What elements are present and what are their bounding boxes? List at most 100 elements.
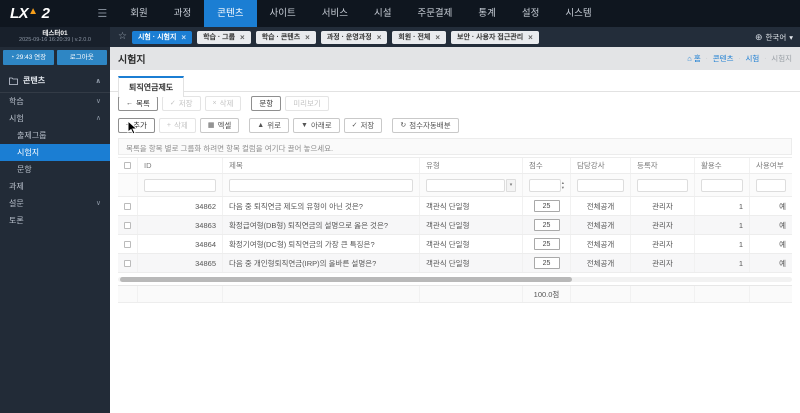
move-up-button[interactable]: ▲ 위로 bbox=[249, 117, 289, 133]
row-checkbox[interactable] bbox=[124, 202, 131, 210]
extend-session-button[interactable]: ◔ 29:43 연장 bbox=[3, 50, 54, 65]
row-checkbox[interactable] bbox=[124, 259, 131, 267]
column-header-title[interactable]: 제목 bbox=[223, 158, 420, 173]
cell-title: 다음 중 퇴직연금 제도의 유형이 아닌 것은? bbox=[223, 197, 420, 215]
score-input[interactable] bbox=[533, 200, 560, 212]
tab-label: 시험 · 시험지 bbox=[137, 34, 177, 41]
score-input[interactable] bbox=[533, 257, 560, 269]
username: 테스터01 bbox=[42, 30, 68, 37]
row-checkbox[interactable] bbox=[124, 240, 131, 248]
sidebar-item-questions[interactable]: 문항 bbox=[0, 161, 110, 178]
delete-button[interactable]: × 삭제 bbox=[204, 95, 242, 111]
auto-score-button[interactable]: ↻ 점수자동배분 bbox=[392, 117, 459, 133]
table-row[interactable]: 34865 다음 중 개인형퇴직연금(IRP)의 올바른 설명은? 객관식 단일… bbox=[118, 254, 792, 273]
column-header-used[interactable]: 사용여부 bbox=[750, 158, 792, 173]
item-label: 문항 bbox=[17, 165, 32, 174]
nav-item-contents[interactable]: 콘텐츠 bbox=[204, 0, 257, 27]
column-header-instructor[interactable]: 담당강사 bbox=[571, 158, 631, 173]
nav-item-orders[interactable]: 주문결제 bbox=[404, 0, 465, 27]
save-button[interactable]: ✓ 저장 bbox=[161, 95, 201, 111]
nav-item-site[interactable]: 사이트 bbox=[257, 0, 309, 27]
tab-operating-courses[interactable]: 과정 · 운영과정 × bbox=[320, 30, 388, 44]
filter-instructor-input[interactable] bbox=[577, 178, 624, 192]
filter-usage-input[interactable] bbox=[701, 178, 743, 192]
move-down-button[interactable]: ▼ 아래로 bbox=[293, 117, 340, 133]
tab-label: 보안 · 사용자 접근관리 bbox=[457, 34, 524, 41]
open-tabs: 시험 · 시험지 × 학습 · 그룹 × 학습 · 콘텐츠 × 과정 · 운영과정 × … bbox=[131, 30, 755, 44]
breadcrumb-home[interactable]: ⌂ 홈 bbox=[687, 53, 701, 64]
preview-button[interactable]: 미리보기 bbox=[285, 95, 329, 111]
filter-id-input[interactable] bbox=[144, 178, 216, 192]
folder-icon bbox=[9, 77, 18, 85]
column-header-registrant[interactable]: 등록자 bbox=[631, 158, 695, 173]
sidebar-section-contents[interactable]: 콘텐츠 ∧ bbox=[0, 69, 110, 93]
close-icon[interactable]: × bbox=[181, 33, 186, 42]
table-row[interactable]: 34863 확정급여형(DB형) 퇴직연금의 설명으로 옳은 것은? 객관식 단… bbox=[118, 216, 792, 235]
close-icon[interactable]: × bbox=[240, 33, 245, 42]
breadcrumb-exam[interactable]: 시험 bbox=[745, 53, 759, 64]
document-tab-pension[interactable]: 퇴직연금제도 bbox=[118, 76, 185, 97]
filter-used-input[interactable] bbox=[756, 178, 786, 192]
item-label: 학습 bbox=[9, 97, 24, 106]
sidebar-item-surveys[interactable]: 설문 ∨ bbox=[0, 195, 110, 212]
sidebar-item-exam[interactable]: 시험 ∧ bbox=[0, 110, 110, 127]
sidebar-item-question-groups[interactable]: 출제그룹 bbox=[0, 127, 110, 144]
clock-icon: ◔ bbox=[10, 54, 15, 61]
favorite-star-icon[interactable]: ☆ bbox=[118, 27, 127, 47]
nav-item-members[interactable]: 회원 bbox=[117, 0, 160, 27]
table-row[interactable]: 34864 확정기여형(DC형) 퇴직연금의 가장 큰 특징은? 객관식 단일형… bbox=[118, 235, 792, 254]
sidebar-item-discussions[interactable]: 토론 bbox=[0, 212, 110, 229]
select-all-checkbox[interactable] bbox=[124, 162, 131, 169]
spin-down-icon[interactable]: ▾ bbox=[562, 185, 564, 190]
scrollbar-thumb[interactable] bbox=[120, 277, 572, 282]
column-header-usage[interactable]: 활용수 bbox=[695, 158, 750, 173]
filter-score-input[interactable] bbox=[529, 178, 561, 192]
questions-button[interactable]: 문항 bbox=[251, 95, 282, 111]
close-icon[interactable]: × bbox=[528, 33, 533, 42]
tab-members-all[interactable]: 회원 · 전체 × bbox=[392, 30, 447, 44]
tab-learning-contents[interactable]: 학습 · 콘텐츠 × bbox=[255, 30, 316, 44]
score-input[interactable] bbox=[533, 219, 560, 231]
nav-item-services[interactable]: 서비스 bbox=[309, 0, 361, 27]
close-icon[interactable]: × bbox=[377, 33, 382, 42]
close-icon[interactable]: × bbox=[435, 33, 440, 42]
filter-type-input[interactable] bbox=[426, 178, 505, 192]
type-dropdown-icon[interactable]: ▾ bbox=[506, 178, 516, 192]
group-by-drop-zone[interactable]: 목록을 항목 별로 그룹화 하려면 항목 컬럼을 여기다 끌어 놓으세요. bbox=[118, 138, 792, 155]
language-selector[interactable]: ⊕ 한국어 ▾ bbox=[755, 32, 793, 43]
item-label: 토론 bbox=[9, 216, 24, 225]
delete-rows-button[interactable]: + 삭제 bbox=[158, 117, 196, 133]
sidebar-item-learning[interactable]: 학습 ∨ bbox=[0, 93, 110, 110]
excel-export-button[interactable]: ▦ 엑셀 bbox=[199, 117, 240, 133]
cell-registrant: 관리자 bbox=[631, 235, 695, 253]
sidebar-item-exam-papers[interactable]: 시험지 bbox=[0, 144, 110, 161]
tab-exam-papers[interactable]: 시험 · 시험지 × bbox=[131, 30, 193, 44]
nav-item-facilities[interactable]: 시설 bbox=[361, 0, 404, 27]
column-header-score[interactable]: 점수 bbox=[523, 158, 571, 173]
nav-item-system[interactable]: 시스템 bbox=[552, 0, 604, 27]
save-order-button[interactable]: ✓ 저장 bbox=[343, 117, 383, 133]
close-icon[interactable]: × bbox=[305, 33, 310, 42]
nav-item-settings[interactable]: 설정 bbox=[509, 0, 552, 27]
tab-security-access[interactable]: 보안 · 사용자 접근관리 × bbox=[451, 30, 539, 44]
column-header-type[interactable]: 유형 bbox=[420, 158, 523, 173]
breadcrumb-separator: · bbox=[705, 55, 708, 62]
horizontal-scrollbar[interactable] bbox=[118, 277, 792, 282]
column-header-id[interactable]: ID bbox=[138, 158, 223, 173]
tab-learning-groups[interactable]: 학습 · 그룹 × bbox=[197, 30, 251, 44]
breadcrumb-contents[interactable]: 콘텐츠 bbox=[713, 53, 734, 64]
hamburger-menu-icon[interactable]: ☰ bbox=[97, 7, 107, 20]
sidebar-item-assignments[interactable]: 과제 bbox=[0, 178, 110, 195]
score-input[interactable] bbox=[533, 238, 560, 250]
filter-title-input[interactable] bbox=[229, 178, 413, 192]
table-row[interactable]: 34862 다음 중 퇴직연금 제도의 유형이 아닌 것은? 객관식 단일형 전… bbox=[118, 197, 792, 216]
nav-item-statistics[interactable]: 통계 bbox=[465, 0, 508, 27]
row-checkbox[interactable] bbox=[124, 221, 131, 229]
cell-registrant: 관리자 bbox=[631, 254, 695, 272]
add-button[interactable]: + 추가 bbox=[118, 117, 155, 133]
score-spinner[interactable]: ▴ ▾ bbox=[562, 179, 564, 192]
filter-registrant-input[interactable] bbox=[637, 178, 688, 192]
nav-item-courses[interactable]: 과정 bbox=[161, 0, 204, 27]
logout-button[interactable]: 로그아웃 bbox=[56, 50, 107, 65]
list-button[interactable]: ← 목록 bbox=[118, 95, 158, 111]
